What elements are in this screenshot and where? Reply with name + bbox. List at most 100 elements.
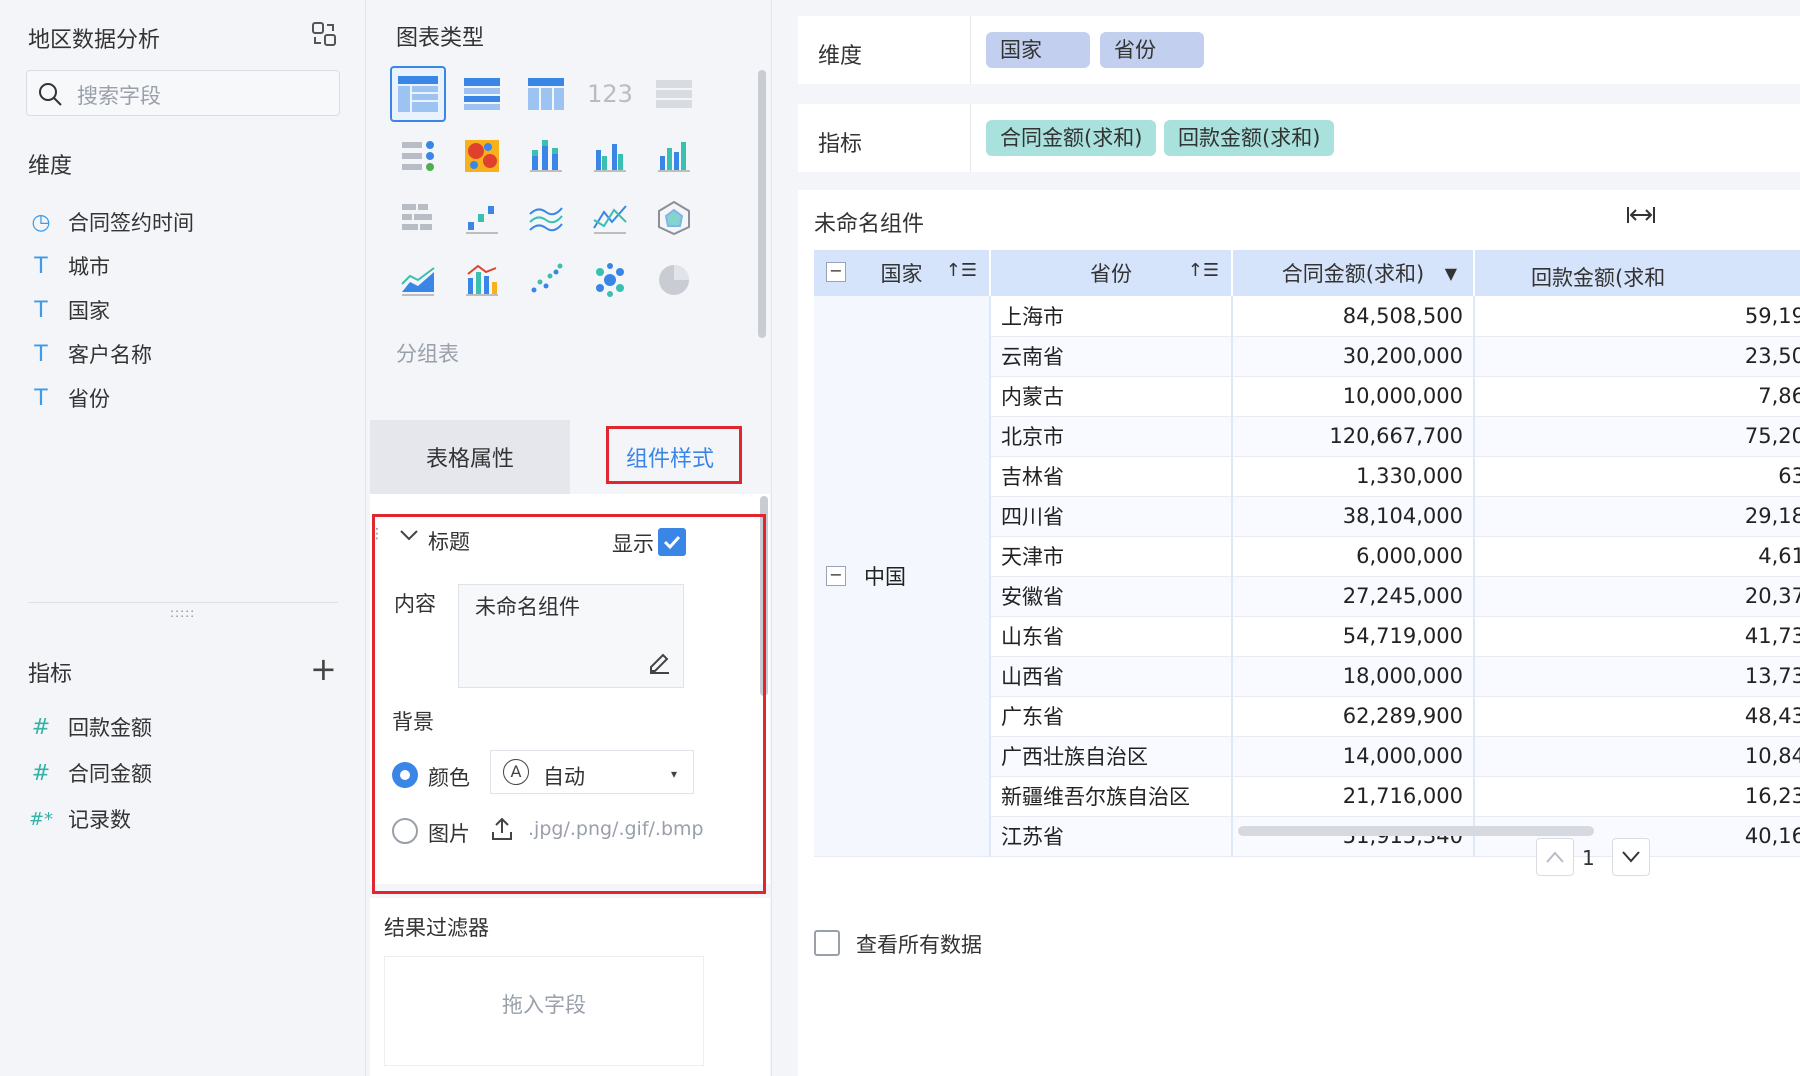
contract-amount-cell: 30,200,000 [1232,336,1475,377]
component-card: 未命名组件 − 国家 ↑☰ 省份 ↑☰ 合同金额(求和) ▼ 回款金额(求和 −… [798,190,1800,1076]
text-type-icon: T [34,253,48,279]
text-type-icon: T [34,341,48,367]
field-label: 城市 [68,255,110,279]
metric-pill[interactable]: 回款金额(求和) [1164,120,1335,156]
waterfall-chart-icon[interactable] [454,190,510,246]
page-down-button[interactable] [1612,838,1650,876]
text-type-icon: T [34,385,48,411]
stacked-bar-chart-icon[interactable] [518,128,574,184]
multi-line-chart-icon[interactable] [518,190,574,246]
contract-amount-cell: 1,330,000 [1232,456,1475,497]
field-label: 国家 [68,299,110,323]
dimension-item[interactable]: T 客户名称 [28,332,194,376]
contract-amount-cell: 10,000,000 [1232,376,1475,417]
resize-grip-icon[interactable]: ::::: [170,606,195,620]
add-metric-icon[interactable]: + [310,650,337,688]
heatmap-chart-icon[interactable] [454,128,510,184]
page-up-button[interactable] [1536,838,1574,876]
text-type-icon: T [34,297,48,323]
header-label: 国家 [880,262,923,286]
collapse-all-icon[interactable]: − [826,262,846,282]
filter-drop-zone[interactable]: 拖入字段 [384,956,704,1066]
contract-amount-cell: 27,245,000 [1232,576,1475,617]
view-all-data-label: 查看所有数据 [856,933,982,957]
selected-chart-label: 分组表 [396,342,459,366]
contract-amount-cell: 18,000,000 [1232,656,1475,697]
bubble-chart-icon[interactable] [582,252,638,308]
payment-amount-cell: 10,84 [1474,736,1800,777]
province-cell: 北京市 [990,416,1233,457]
dimension-well[interactable]: 维度 国家 省份 [798,16,1800,84]
country-label: 中国 [864,564,906,589]
province-cell: 广东省 [990,696,1233,737]
area-chart-icon[interactable] [390,252,446,308]
indicator-chart-icon[interactable] [390,128,446,184]
sort-icon[interactable]: ↑☰ [1188,260,1219,281]
metric-item[interactable]: # 回款金额 [28,704,152,750]
metric-item[interactable]: #* 记录数 [28,796,152,842]
detail-table-chart-icon[interactable] [454,66,510,122]
metric-pill[interactable]: 合同金额(求和) [986,120,1157,156]
metric-item[interactable]: # 合同金额 [28,750,152,796]
dimension-list: ◷ 合同签约时间 T 城市 T 国家 T 客户名称 T 省份 [28,200,194,420]
column-header-contract-amount[interactable]: 合同金额(求和) ▼ [1232,250,1475,296]
kpi-number-chart-icon[interactable]: 123 [582,66,638,122]
number-type-icon: # [31,714,51,740]
radar-chart-icon[interactable] [646,190,702,246]
contract-amount-cell: 21,716,000 [1232,776,1475,817]
column-header-province[interactable]: 省份 ↑☰ [990,250,1233,296]
metric-well[interactable]: 指标 合同金额(求和) 回款金额(求和) [798,104,1800,172]
cross-table-chart-icon[interactable] [518,66,574,122]
horizontal-bar-chart-icon[interactable] [390,190,446,246]
expand-width-icon[interactable] [1626,204,1656,232]
sort-desc-icon[interactable]: ▼ [1445,264,1457,283]
search-icon [37,81,63,107]
well-separator [970,104,971,172]
grouped-bar-chart-icon[interactable] [582,128,638,184]
bar-chart-icon[interactable] [646,128,702,184]
collapse-group-icon[interactable]: − [826,565,846,586]
payment-amount-cell: 20,37 [1474,576,1800,617]
header-label: 合同金额(求和) [1281,262,1425,286]
dimension-well-label: 维度 [818,44,863,69]
number-type-icon: # [31,760,51,786]
dimensions-header: 维度 [28,154,73,179]
dimension-item[interactable]: T 国家 [28,288,194,332]
dimension-item[interactable]: T 城市 [28,244,194,288]
grouped-table-chart-icon[interactable] [390,66,446,122]
province-cell: 四川省 [990,496,1233,537]
combo-chart-icon[interactable] [454,252,510,308]
search-placeholder: 搜索字段 [77,84,161,108]
kpi-list-chart-icon[interactable] [646,66,702,122]
contract-amount-cell: 84,508,500 [1232,296,1475,337]
switch-dataset-icon[interactable] [310,20,338,48]
field-label: 省份 [68,387,110,411]
column-header-payment-amount[interactable]: 回款金额(求和 [1474,250,1800,296]
panel-splitter [28,602,338,603]
scatter-chart-icon[interactable] [518,252,574,308]
sort-icon[interactable]: ↑☰ [946,260,977,281]
view-all-data-checkbox[interactable] [814,930,840,956]
contract-amount-cell: 51,915,340 [1232,816,1475,857]
dimension-item[interactable]: T 省份 [28,376,194,420]
payment-amount-cell: 16,23 [1474,776,1800,817]
field-search-input[interactable]: 搜索字段 [26,70,340,116]
line-chart-icon[interactable] [582,190,638,246]
pie-chart-icon[interactable] [646,252,702,308]
table-horizontal-scrollbar[interactable] [1238,826,1594,836]
dimension-pill[interactable]: 省份 [1100,32,1204,68]
chart-list-scrollbar[interactable] [758,70,766,338]
province-cell: 山东省 [990,616,1233,657]
column-header-country[interactable]: − 国家 ↑☰ [814,250,991,296]
dimension-item[interactable]: ◷ 合同签约时间 [28,200,194,244]
province-cell: 内蒙古 [990,376,1233,417]
payment-amount-cell: 23,50 [1474,336,1800,377]
table-row[interactable]: − 中国 上海市 84,508,500 59,19 [814,296,1800,857]
clock-icon: ◷ [31,209,51,235]
province-cell: 山西省 [990,656,1233,697]
dimension-pill[interactable]: 国家 [986,32,1090,68]
contract-amount-cell: 120,667,700 [1232,416,1475,457]
tab-table-properties[interactable]: 表格属性 [370,420,570,494]
field-label: 客户名称 [68,343,152,367]
contract-amount-cell: 6,000,000 [1232,536,1475,577]
